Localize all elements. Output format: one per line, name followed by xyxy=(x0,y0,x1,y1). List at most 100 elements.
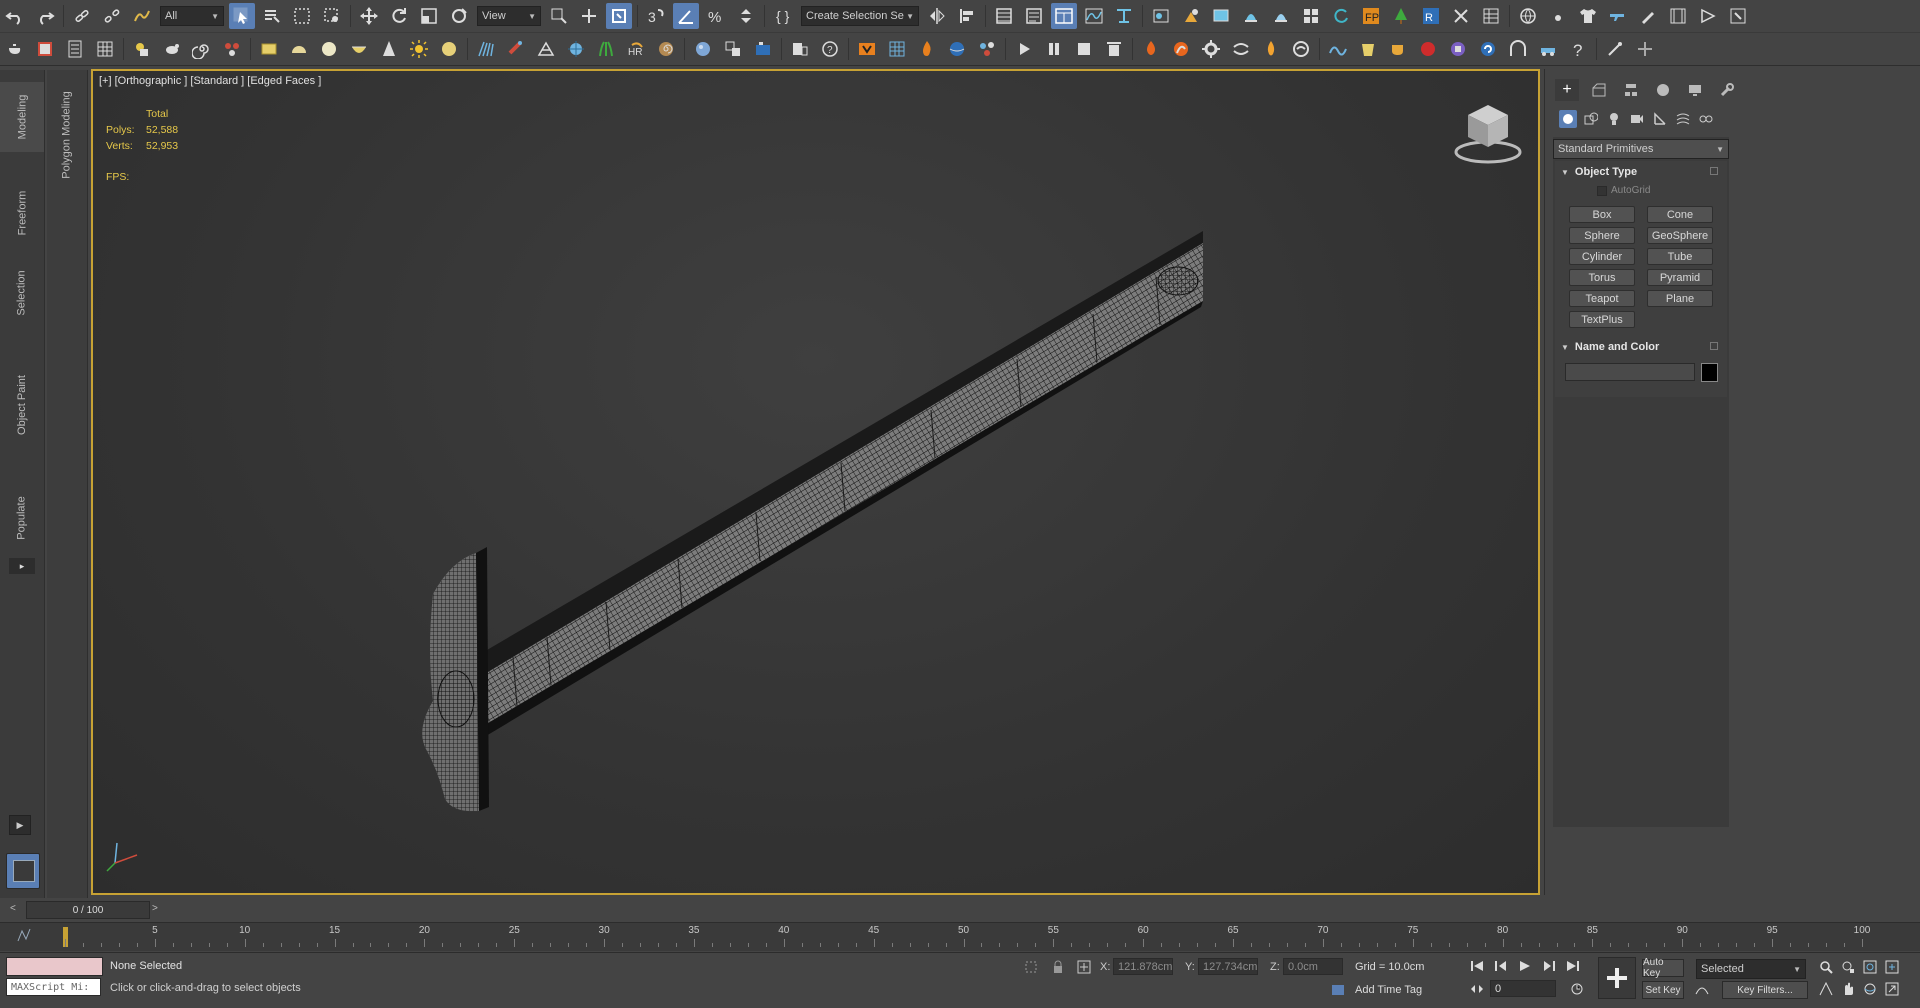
pyramid-button[interactable]: Pyramid xyxy=(1647,269,1713,286)
key-mode-toggle-icon[interactable] xyxy=(1468,981,1486,997)
hair-hr-icon[interactable]: HR xyxy=(623,36,649,62)
grid-table-icon[interactable] xyxy=(92,36,118,62)
batch-render-icon[interactable] xyxy=(1298,3,1324,29)
field-of-view-icon[interactable] xyxy=(1818,981,1834,997)
window-crossing-icon[interactable] xyxy=(319,3,345,29)
brush-tool-icon[interactable] xyxy=(1635,3,1661,29)
object-name-field[interactable] xyxy=(1565,363,1695,381)
add-time-tag-button[interactable]: Add Time Tag xyxy=(1355,984,1422,996)
slate-editor-icon[interactable] xyxy=(720,36,746,62)
zoom-extents-all-icon[interactable] xyxy=(1884,959,1900,975)
tube-button[interactable]: Tube xyxy=(1647,248,1713,265)
help-question-icon[interactable]: ? xyxy=(1565,36,1591,62)
cup-icon[interactable] xyxy=(1385,36,1411,62)
box-button[interactable]: Box xyxy=(1569,206,1635,223)
sphere-button[interactable]: Sphere xyxy=(1569,227,1635,244)
tab-object-paint[interactable]: Object Paint xyxy=(0,360,44,450)
cloth-shirt-icon[interactable] xyxy=(1575,3,1601,29)
redo-icon[interactable] xyxy=(32,3,58,29)
angle-snap-icon[interactable] xyxy=(673,3,699,29)
plane-button[interactable]: Plane xyxy=(1647,290,1713,307)
hierarchy-tab-icon[interactable] xyxy=(1619,79,1643,101)
tab-selection[interactable]: Selection xyxy=(0,255,44,330)
select-object-icon[interactable] xyxy=(229,3,255,29)
helpers-category-icon[interactable] xyxy=(1651,110,1669,128)
time-slider-thumb[interactable]: 0 / 100 xyxy=(26,901,150,919)
time-tag-icon[interactable] xyxy=(1330,982,1346,998)
place-icon[interactable] xyxy=(446,3,472,29)
viewport-perspective[interactable]: [+] [Orthographic ] [Standard ] [Edged F… xyxy=(91,69,1540,895)
light-lister-icon[interactable] xyxy=(129,36,155,62)
zoom-icon[interactable] xyxy=(1818,959,1834,975)
y-coord-field[interactable]: 127.734cm xyxy=(1198,958,1258,975)
paint-tool-icon[interactable] xyxy=(1602,36,1628,62)
time-prev-icon[interactable]: < xyxy=(10,903,24,917)
hair-fur-icon[interactable] xyxy=(473,36,499,62)
key-filters-button[interactable]: Key Filters... xyxy=(1722,981,1808,999)
dot-small-icon[interactable] xyxy=(1545,3,1571,29)
z-coord-field[interactable]: 0.0cm xyxy=(1283,958,1343,975)
zoom-all-icon[interactable] xyxy=(1840,959,1856,975)
tree-plugin-icon[interactable] xyxy=(1388,3,1414,29)
sun-light-icon[interactable] xyxy=(406,36,432,62)
teapot-button[interactable]: Teapot xyxy=(1569,290,1635,307)
teapot-render-icon[interactable] xyxy=(2,36,28,62)
film-strip-icon[interactable] xyxy=(1665,3,1691,29)
vray-car-icon[interactable] xyxy=(1535,36,1561,62)
zoom-extents-icon[interactable] xyxy=(1862,959,1878,975)
ribbon-options-icon[interactable]: ▸ xyxy=(9,558,35,574)
rotate-icon[interactable] xyxy=(386,3,412,29)
named-selection-dropdown[interactable]: Create Selection Se ▼ xyxy=(801,6,919,26)
pan-view-icon[interactable] xyxy=(1840,981,1856,997)
phoenix-liquid-icon[interactable] xyxy=(1168,36,1194,62)
scatter-icon[interactable] xyxy=(563,36,589,62)
fire-effect-icon[interactable] xyxy=(914,36,940,62)
render-iterative-icon[interactable] xyxy=(1268,3,1294,29)
track-bar[interactable]: 5 10 15 20 25 30 35 40 45 50 55 60 65 70 75 80 85 90 95 100 xyxy=(0,922,1920,951)
geosphere-button[interactable]: GeoSphere xyxy=(1647,227,1713,244)
toggle-ribbon-icon[interactable] xyxy=(1051,3,1077,29)
space-warps-category-icon[interactable] xyxy=(1674,110,1692,128)
set-key-button[interactable]: Set Key xyxy=(1642,981,1684,999)
refresh-cycle-icon[interactable] xyxy=(1328,3,1354,29)
wire-icon[interactable] xyxy=(533,36,559,62)
rendered-frame-window-icon[interactable] xyxy=(1208,3,1234,29)
auto-key-button[interactable]: Auto Key xyxy=(1642,957,1684,979)
percent-snap-icon[interactable]: % xyxy=(703,3,729,29)
help-circle-icon[interactable]: ? xyxy=(817,36,843,62)
cameras-category-icon[interactable] xyxy=(1628,110,1646,128)
globe-network-icon[interactable] xyxy=(1515,3,1541,29)
reference-coordinate-dropdown[interactable]: View ▼ xyxy=(477,6,541,26)
viewcube-icon[interactable] xyxy=(1453,97,1533,167)
shell-icon[interactable] xyxy=(653,36,679,62)
particle-flow-icon[interactable] xyxy=(219,36,245,62)
molecule-icon[interactable] xyxy=(974,36,1000,62)
lights-category-icon[interactable] xyxy=(1605,110,1623,128)
material-editor-icon[interactable] xyxy=(1148,3,1174,29)
move-icon[interactable] xyxy=(356,3,382,29)
scale-icon[interactable] xyxy=(416,3,442,29)
cone-button[interactable]: Cone xyxy=(1647,206,1713,223)
time-configuration-icon[interactable] xyxy=(1568,981,1586,997)
tab-populate[interactable]: Populate xyxy=(0,480,44,555)
spinner-snap-icon[interactable] xyxy=(733,3,759,29)
trash-icon[interactable] xyxy=(1101,36,1127,62)
cycle-blue-icon[interactable] xyxy=(1475,36,1501,62)
water-surface-icon[interactable] xyxy=(944,36,970,62)
unlink-icon[interactable] xyxy=(99,3,125,29)
previous-frame-icon[interactable] xyxy=(1492,958,1510,974)
render-production-icon[interactable] xyxy=(1238,3,1264,29)
cone-primitive-icon[interactable] xyxy=(376,36,402,62)
curve-editor-icon[interactable] xyxy=(1081,3,1107,29)
motion-tab-icon[interactable] xyxy=(1651,79,1675,101)
sky-dome-icon[interactable] xyxy=(436,36,462,62)
render-frame-icon[interactable] xyxy=(1695,3,1721,29)
object-color-swatch[interactable] xyxy=(1701,363,1718,382)
record-red-icon[interactable] xyxy=(1415,36,1441,62)
link-icon[interactable] xyxy=(69,3,95,29)
stop-icon[interactable] xyxy=(1071,36,1097,62)
add-crosshair-icon[interactable] xyxy=(1632,36,1658,62)
sphere-primitive-icon[interactable] xyxy=(316,36,342,62)
schematic-view-icon[interactable] xyxy=(1111,3,1137,29)
hemisphere-icon[interactable] xyxy=(286,36,312,62)
